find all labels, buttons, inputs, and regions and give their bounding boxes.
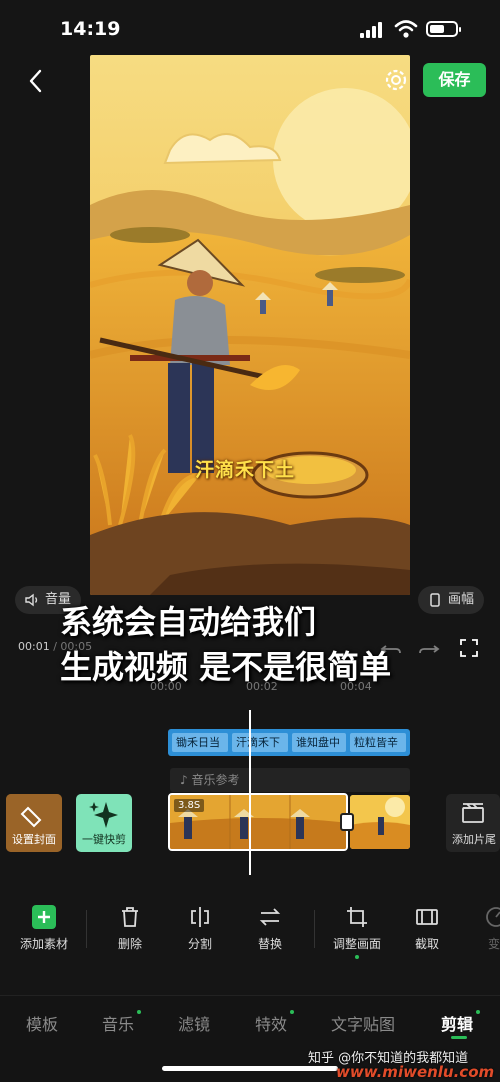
tab-dot <box>290 1010 294 1014</box>
text-chip[interactable]: 谁知盘中 <box>292 733 346 752</box>
settings-gear-icon[interactable] <box>383 67 409 93</box>
watermark-site: www.miwenlu.com <box>336 1063 495 1081</box>
tool-label: 调整画面 <box>332 937 381 951</box>
tool-label: 变 <box>488 937 500 951</box>
clip-thumbnail <box>350 795 410 849</box>
transition-handle[interactable] <box>340 813 354 831</box>
battery-icon <box>426 21 461 37</box>
delete-tool[interactable]: 删除 <box>100 905 160 952</box>
speed-tool[interactable]: 变 <box>470 905 500 952</box>
active-tab-indicator <box>451 1036 467 1039</box>
speed-icon <box>486 907 500 927</box>
text-chip[interactable]: 锄禾日当 <box>172 733 228 752</box>
music-note-icon: ♪ <box>180 773 192 787</box>
status-bar: 14:19 <box>0 0 500 60</box>
back-icon[interactable] <box>22 66 52 96</box>
time-separator: / <box>49 640 61 653</box>
video-preview[interactable] <box>90 55 410 595</box>
plus-icon <box>32 905 56 929</box>
caption-line-1: 系统会自动给我们 <box>60 603 317 641</box>
signal-icon <box>360 22 382 38</box>
tab-template[interactable]: 模板 <box>26 1011 58 1035</box>
text-chip[interactable]: 汗滴禾下 <box>232 733 288 752</box>
trim-tool[interactable]: 截取 <box>397 905 457 952</box>
indicator-dot <box>355 955 359 959</box>
replace-tool[interactable]: 替换 <box>240 905 300 952</box>
quick-cut-label: 一键快剪 <box>82 833 126 846</box>
split-icon <box>191 907 209 927</box>
text-track[interactable]: 锄禾日当 汗滴禾下 谁知盘中 粒粒皆辛 <box>168 729 410 756</box>
tool-label: 替换 <box>257 937 282 951</box>
crop-icon <box>347 907 367 927</box>
toolbar-divider <box>86 910 87 948</box>
clapperboard-icon <box>462 803 484 823</box>
clip-duration: 3.8S <box>174 799 205 812</box>
ruler-tick: 00:02 <box>246 680 278 693</box>
music-track[interactable]: ♪ 音乐参考 <box>170 768 410 792</box>
status-time: 14:19 <box>60 18 121 40</box>
tab-dot <box>137 1010 141 1014</box>
tab-filter[interactable]: 滤镜 <box>178 1011 210 1035</box>
playhead[interactable] <box>249 710 251 875</box>
caption-overlay: 系统会自动给我们 生成视频 是不是很简单 <box>60 600 480 690</box>
tool-label: 删除 <box>117 937 142 951</box>
tab-dot <box>476 1010 480 1014</box>
add-ending-label: 添加片尾 <box>452 833 496 846</box>
tool-label: 分割 <box>187 937 212 951</box>
text-chip[interactable]: 粒粒皆辛 <box>350 733 406 752</box>
tab-effects[interactable]: 特效 <box>255 1011 287 1035</box>
tab-edit[interactable]: 剪辑 <box>441 1011 473 1035</box>
save-button[interactable]: 保存 <box>423 63 486 97</box>
trim-icon <box>416 909 438 925</box>
wifi-icon <box>394 20 418 38</box>
preview-caption: 汗滴禾下土 <box>195 459 296 481</box>
tool-label: 添加素材 <box>19 937 68 951</box>
adjust-frame-tool[interactable]: 调整画面 <box>327 905 387 959</box>
toolbar-divider <box>314 910 315 948</box>
replace-icon <box>259 908 281 926</box>
ruler-tick: 00:04 <box>340 680 372 693</box>
tab-music[interactable]: 音乐 <box>102 1011 134 1035</box>
split-tool[interactable]: 分割 <box>170 905 230 952</box>
tool-label: 截取 <box>414 937 439 951</box>
current-time: 00:01 <box>18 640 50 653</box>
set-cover-label: 设置封面 <box>12 833 56 846</box>
harvest-illustration <box>90 55 410 595</box>
trash-icon <box>122 907 138 927</box>
music-track-label: 音乐参考 <box>191 773 240 787</box>
home-indicator <box>162 1066 338 1071</box>
ruler-tick: 00:00 <box>150 680 182 693</box>
speaker-icon <box>25 593 38 607</box>
video-clip-next[interactable] <box>350 795 410 849</box>
add-media-tool[interactable]: 添加素材 <box>14 905 74 952</box>
tab-text-sticker[interactable]: 文字贴图 <box>331 1011 395 1035</box>
